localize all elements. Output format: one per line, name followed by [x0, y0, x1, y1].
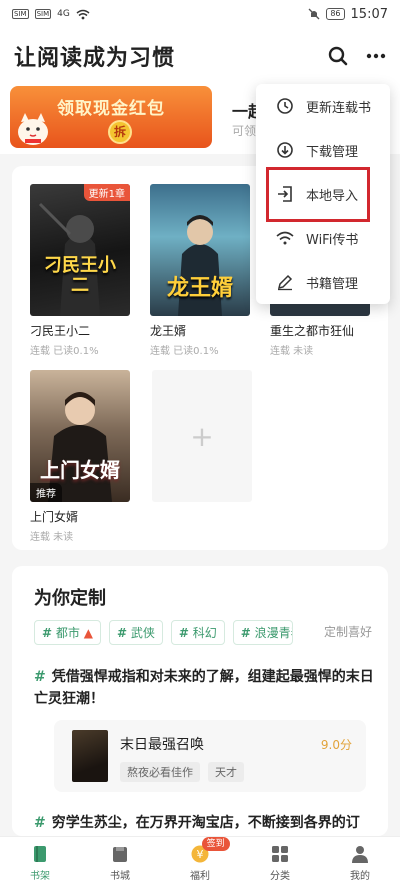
recommended-book-card[interactable]: 末日最强召唤 9.0分 熬夜必看佳作 天才 [54, 720, 366, 792]
bookshelf-icon [34, 845, 46, 862]
book-tag: 熬夜必看佳作 [120, 762, 200, 782]
cover-title-text: 上门女婿 [40, 458, 120, 482]
clock: 15:07 [350, 6, 388, 22]
bottom-navigation: 书架 书城 签到 ¥ 福利 分类 我的 [0, 836, 400, 888]
book-title: 龙王婿 [150, 324, 187, 338]
red-packet-label: 领取现金红包 [57, 99, 165, 119]
add-book-button[interactable]: + [152, 370, 252, 502]
sim-card-2-icon: SIM [34, 9, 52, 19]
svg-text:¥: ¥ [197, 848, 204, 861]
menu-item-update-serials[interactable]: 更新连载书 [256, 84, 390, 128]
more-icon[interactable] [366, 53, 386, 59]
plus-icon: + [190, 419, 214, 453]
genre-tag[interactable]: # 都市 ▲ [34, 620, 101, 645]
sim-card-1-icon: SIM [12, 9, 29, 19]
book-progress: 连载 未读 [30, 532, 74, 543]
recommended-book-cover [72, 730, 108, 782]
battery-indicator: 86 [326, 8, 345, 20]
checkin-badge: 签到 [201, 837, 230, 851]
book-progress: 连载 未读 [270, 346, 314, 357]
genre-tag[interactable]: # 武侠 [108, 620, 163, 645]
menu-item-wifi-transfer[interactable]: WiFi传书 [256, 216, 390, 260]
page-title: 让阅读成为习惯 [14, 46, 176, 71]
nav-label: 福利 [190, 870, 210, 882]
nav-label: 书架 [30, 870, 50, 882]
book-cover[interactable]: 更新1章 刁民王小二 [30, 184, 130, 316]
book-cover[interactable]: 上门女婿 推荐 [30, 370, 130, 502]
book-title: 刁民王小二 [30, 324, 91, 338]
status-bar: SIM SIM 4G 86 15:07 [0, 0, 400, 28]
nav-label: 分类 [270, 870, 290, 882]
book-tag: 天才 [208, 762, 244, 782]
book-progress: 连载 已读0.1% [30, 346, 99, 357]
customize-preference-link[interactable]: 定制喜好 [324, 623, 372, 640]
clock-icon [277, 98, 293, 114]
nav-profile[interactable]: 我的 [320, 837, 400, 888]
cover-title-text: 龙王婿 [166, 276, 233, 301]
promo-subtitle: 可领 [232, 124, 257, 138]
recommend-blurb[interactable]: # 凭借强悍戒指和对未来的了解，组建起最强悍的末日亡灵狂潮！ [34, 666, 374, 710]
nav-welfare[interactable]: 签到 ¥ 福利 [160, 837, 240, 888]
book-score: 9.0分 [320, 738, 352, 752]
wifi-icon [276, 231, 294, 245]
network-type: 4G [57, 9, 70, 19]
download-icon [277, 142, 293, 158]
menu-item-label: WiFi传书 [306, 232, 359, 248]
book-cover[interactable]: 龙王婿 [150, 184, 250, 316]
genre-tags: # 都市 ▲ # 武侠 # 科幻 # 浪漫青春 [34, 620, 293, 645]
update-badge: 更新1章 [83, 184, 130, 201]
wifi-status-icon [76, 9, 90, 19]
genre-tag[interactable]: # 科幻 [170, 620, 225, 645]
menu-item-label: 更新连载书 [306, 100, 372, 116]
highlight-box [266, 167, 370, 222]
profile-icon [352, 845, 368, 863]
category-icon [272, 845, 288, 862]
nav-category[interactable]: 分类 [240, 837, 320, 888]
open-red-packet-button[interactable]: 拆 [108, 120, 132, 144]
book-title: 上门女婿 [30, 510, 79, 524]
book-progress: 连载 已读0.1% [150, 346, 219, 357]
section-title: 为你定制 [34, 588, 106, 609]
app-header: 让阅读成为习惯 [0, 28, 400, 84]
menu-item-download-manager[interactable]: 下载管理 [256, 128, 390, 172]
menu-item-label: 下载管理 [306, 144, 359, 160]
cover-figure-art [38, 202, 100, 316]
book-item[interactable]: 上门女婿 推荐 上门女婿 连载 未读 [30, 370, 130, 543]
pencil-icon [277, 274, 293, 291]
nav-bookstore[interactable]: 书城 [80, 837, 160, 888]
fire-icon: ▲ [83, 626, 93, 640]
genre-tag[interactable]: # 浪漫青春 [232, 620, 293, 645]
mute-icon [308, 8, 320, 20]
recommended-book-title: 末日最强召唤 [120, 737, 204, 753]
custom-recommend-section: 为你定制 # 都市 ▲ # 武侠 # 科幻 # 浪漫青春 定制喜好 #凭借强悍戒… [12, 566, 388, 836]
search-icon[interactable] [328, 46, 348, 66]
red-packet-banner[interactable]: 领取现金红包 拆 [10, 86, 212, 148]
book-title: 重生之都市狂仙 [270, 324, 355, 338]
recommend-badge: 推荐 [30, 483, 62, 502]
menu-item-book-management[interactable]: 书籍管理 [256, 260, 390, 304]
cover-title-text: 刁民王小二 [44, 255, 116, 296]
menu-item-label: 书籍管理 [306, 276, 359, 292]
nav-bookshelf[interactable]: 书架 [0, 837, 80, 888]
book-item[interactable]: 龙王婿 龙王婿 连载 已读0.1% [150, 184, 250, 357]
nav-label: 我的 [350, 870, 370, 882]
recommend-blurb[interactable]: # 穷学生苏尘，在万界开淘宝店，不断接到各界的订 [34, 812, 388, 832]
book-item[interactable]: 更新1章 刁民王小二 刁民王小二 连载 已读0.1% [30, 184, 130, 357]
bookstore-icon [113, 846, 127, 862]
nav-label: 书城 [110, 870, 130, 882]
